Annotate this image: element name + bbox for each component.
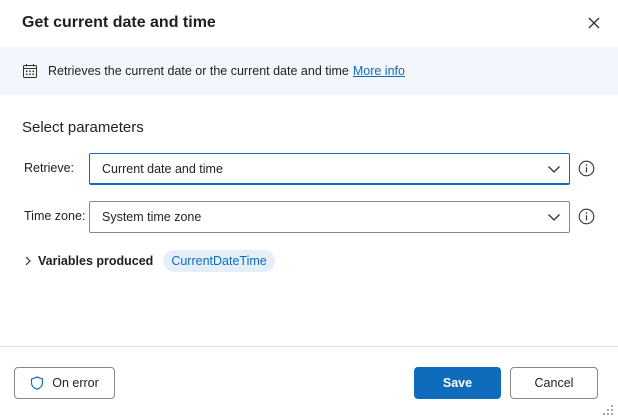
- chevron-down-icon: [547, 162, 561, 176]
- retrieve-info-icon[interactable]: [578, 160, 595, 177]
- close-icon[interactable]: [588, 17, 600, 29]
- time-zone-label: Time zone:: [24, 209, 86, 223]
- variables-produced-label[interactable]: Variables produced: [38, 254, 153, 268]
- info-bar: Retrieves the current date or the curren…: [0, 47, 618, 95]
- calendar-icon: [22, 63, 38, 79]
- section-title: Select parameters: [22, 119, 144, 136]
- chevron-down-icon: [547, 210, 561, 224]
- resize-grip-icon[interactable]: [601, 403, 615, 417]
- footer-divider: [0, 346, 618, 347]
- variable-pill[interactable]: CurrentDateTime: [163, 250, 275, 272]
- time-zone-info-icon[interactable]: [578, 208, 595, 225]
- more-info-link[interactable]: More info: [353, 64, 405, 78]
- save-button[interactable]: Save: [414, 367, 501, 399]
- retrieve-value: Current date and time: [102, 161, 223, 176]
- cancel-button[interactable]: Cancel: [510, 367, 598, 399]
- time-zone-value: System time zone: [102, 210, 202, 224]
- dialog-title: Get current date and time: [22, 14, 216, 31]
- retrieve-row: Retrieve: Current date and time: [22, 153, 596, 185]
- chevron-right-icon[interactable]: [22, 255, 34, 267]
- retrieve-dropdown[interactable]: Current date and time: [89, 153, 570, 185]
- shield-icon: [30, 376, 44, 390]
- on-error-label: On error: [52, 376, 99, 390]
- retrieve-label: Retrieve:: [24, 161, 75, 175]
- time-zone-dropdown[interactable]: System time zone: [89, 201, 570, 233]
- time-zone-row: Time zone: System time zone: [22, 201, 596, 233]
- close-button[interactable]: [584, 13, 604, 33]
- variables-produced: Variables produced CurrentDateTime: [22, 249, 275, 273]
- info-description: Retrieves the current date or the curren…: [48, 64, 349, 78]
- on-error-button[interactable]: On error: [14, 367, 115, 399]
- dialog: Get current date and time Retrieves the …: [0, 0, 618, 420]
